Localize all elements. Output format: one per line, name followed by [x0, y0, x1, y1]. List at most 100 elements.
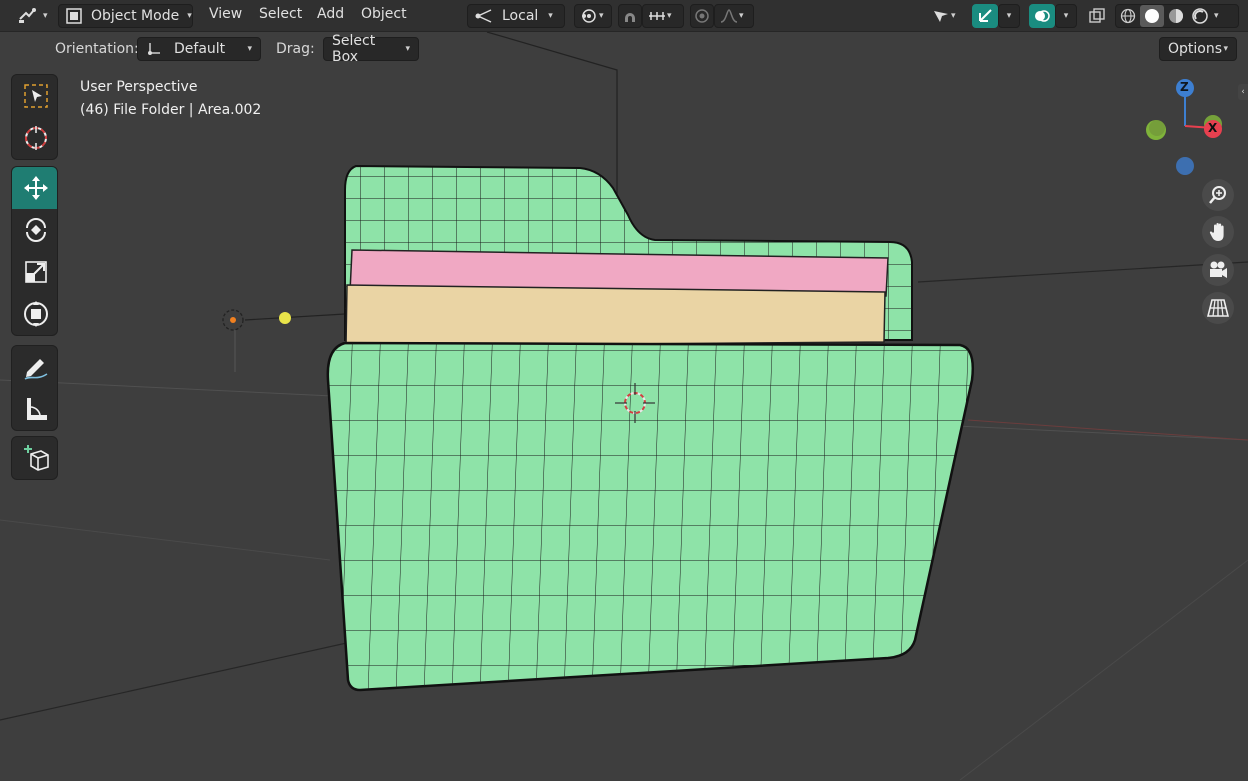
chevron-down-icon: ▾ — [187, 11, 192, 21]
rendered-shading-icon[interactable] — [1188, 5, 1212, 27]
toolbar-group-add — [11, 436, 58, 480]
measure-tool[interactable] — [12, 388, 57, 430]
scale-tool[interactable] — [12, 251, 57, 293]
mode-dropdown[interactable]: Object Mode ▾ — [58, 4, 193, 28]
drag-setting-dropdown[interactable]: Select Box ▾ — [323, 33, 419, 65]
falloff-dropdown[interactable]: ▾ — [714, 4, 754, 28]
chevron-down-icon: ▾ — [1006, 11, 1012, 21]
chevron-down-icon: ▾ — [405, 44, 410, 54]
object-origin — [222, 309, 244, 372]
object-mode-icon — [65, 7, 83, 25]
overlays-dropdown[interactable]: ▾ — [1055, 4, 1077, 28]
gizmo-toggle[interactable] — [972, 4, 998, 28]
shading-group: ▾ — [1115, 4, 1239, 28]
cursor-arrow-icon — [931, 8, 951, 24]
chevron-down-icon: ▾ — [1063, 11, 1069, 21]
light-dot — [279, 312, 291, 324]
overlays-icon — [1033, 7, 1051, 25]
pan-button[interactable] — [1202, 216, 1234, 248]
select-box-tool[interactable] — [12, 75, 57, 117]
snap-target-dropdown[interactable]: ▾ — [642, 4, 684, 28]
add-cube-tool[interactable] — [12, 437, 57, 479]
pencil-icon — [22, 353, 50, 381]
move-arrows-icon — [22, 174, 50, 202]
gizmo-z-label: Z — [1180, 80, 1189, 94]
chevron-down-icon: ▾ — [43, 11, 48, 21]
chevron-down-icon[interactable]: ▾ — [1214, 11, 1219, 21]
move-tool[interactable] — [12, 167, 57, 209]
pivot-point-dropdown[interactable]: ▾ — [574, 4, 612, 28]
scale-icon — [23, 259, 49, 285]
pivot-icon — [579, 7, 599, 25]
toolbar-group-annotate — [11, 345, 58, 431]
zoom-icon — [1208, 185, 1228, 205]
hand-icon — [1208, 222, 1228, 242]
chevron-down-icon: ▾ — [951, 11, 956, 21]
menu-view[interactable]: View — [209, 6, 242, 22]
annotate-tool[interactable] — [12, 346, 57, 388]
snap-toggle[interactable] — [618, 4, 642, 28]
material-shading-icon[interactable] — [1164, 5, 1188, 27]
chevron-down-icon: ▾ — [667, 11, 672, 21]
chevron-left-icon: ‹ — [1241, 87, 1245, 97]
increment-snap-icon — [647, 8, 667, 24]
proportional-icon — [694, 8, 710, 24]
menu-object[interactable]: Object — [361, 6, 407, 22]
orientation-setting-dropdown[interactable]: Default ▾ — [137, 37, 261, 61]
zoom-button[interactable] — [1202, 179, 1234, 211]
menu-select[interactable]: Select — [259, 6, 302, 22]
falloff-curve-icon — [719, 8, 739, 24]
grid-perspective-icon — [1207, 298, 1229, 318]
cursor-target-icon — [22, 124, 50, 152]
sidebar-toggle[interactable]: ‹ — [1238, 84, 1248, 100]
orientation-setting-label: Orientation: — [55, 41, 139, 57]
orientation-axes-icon — [146, 41, 162, 57]
navigation-gizmo[interactable]: Z X — [1140, 76, 1230, 186]
gizmo-x-label: X — [1208, 121, 1218, 135]
toolbar-group-transform — [11, 166, 58, 336]
drag-setting-value: Select Box — [332, 33, 376, 65]
transform-orientation-dropdown[interactable]: Local ▾ — [467, 4, 565, 28]
gizmo-icon — [976, 7, 994, 25]
solid-shading-icon[interactable] — [1140, 5, 1164, 27]
ruler-icon — [22, 395, 50, 423]
orientation-label: Local — [502, 8, 539, 24]
transform-tool[interactable] — [12, 293, 57, 335]
chevron-down-icon: ▾ — [1223, 44, 1228, 54]
overlays-toggle[interactable] — [1029, 4, 1055, 28]
gizmo-dropdown[interactable]: ▾ — [998, 4, 1020, 28]
camera-view-button[interactable] — [1202, 254, 1234, 286]
viewport-info: User Perspective (46) File Folder | Area… — [80, 76, 261, 122]
rotate-tool[interactable] — [12, 209, 57, 251]
chevron-down-icon: ▾ — [739, 11, 744, 21]
ortho-toggle-button[interactable] — [1202, 292, 1234, 324]
selectability-dropdown[interactable]: ▾ — [926, 4, 966, 28]
select-box-icon — [23, 83, 49, 109]
view-name: User Perspective — [80, 79, 198, 95]
cursor-tool[interactable] — [12, 117, 57, 159]
editor-type-button[interactable]: ▾ — [12, 4, 52, 28]
3d-viewport[interactable]: User Perspective (46) File Folder | Area… — [0, 32, 1248, 781]
proportional-edit-toggle[interactable] — [690, 4, 714, 28]
menu-add[interactable]: Add — [317, 6, 344, 22]
scene-canvas — [0, 32, 1248, 781]
local-orientation-icon — [474, 7, 494, 25]
chevron-down-icon: ▾ — [548, 11, 553, 21]
chevron-down-icon: ▾ — [599, 11, 604, 21]
tool-settings-bar: Orientation: Default ▾ Drag: Select Box … — [0, 32, 1248, 66]
rotate-icon — [22, 216, 50, 244]
camera-icon — [1207, 260, 1229, 280]
mode-label: Object Mode — [91, 8, 180, 24]
editor-type-icon — [17, 7, 39, 25]
options-dropdown[interactable]: Options ▾ — [1159, 37, 1237, 61]
drag-setting-label: Drag: — [276, 41, 315, 57]
viewport-header: ▾ Object Mode ▾ View Select Add Object L… — [0, 0, 1248, 32]
xray-toggle[interactable] — [1085, 4, 1109, 28]
orientation-setting-value: Default — [174, 41, 226, 57]
toolbar-group-select — [11, 74, 58, 160]
options-label: Options — [1168, 41, 1223, 57]
object-info: (46) File Folder | Area.002 — [80, 102, 262, 118]
wireframe-shading-icon[interactable] — [1116, 5, 1140, 27]
magnet-icon — [622, 8, 638, 24]
add-cube-icon — [21, 443, 51, 473]
